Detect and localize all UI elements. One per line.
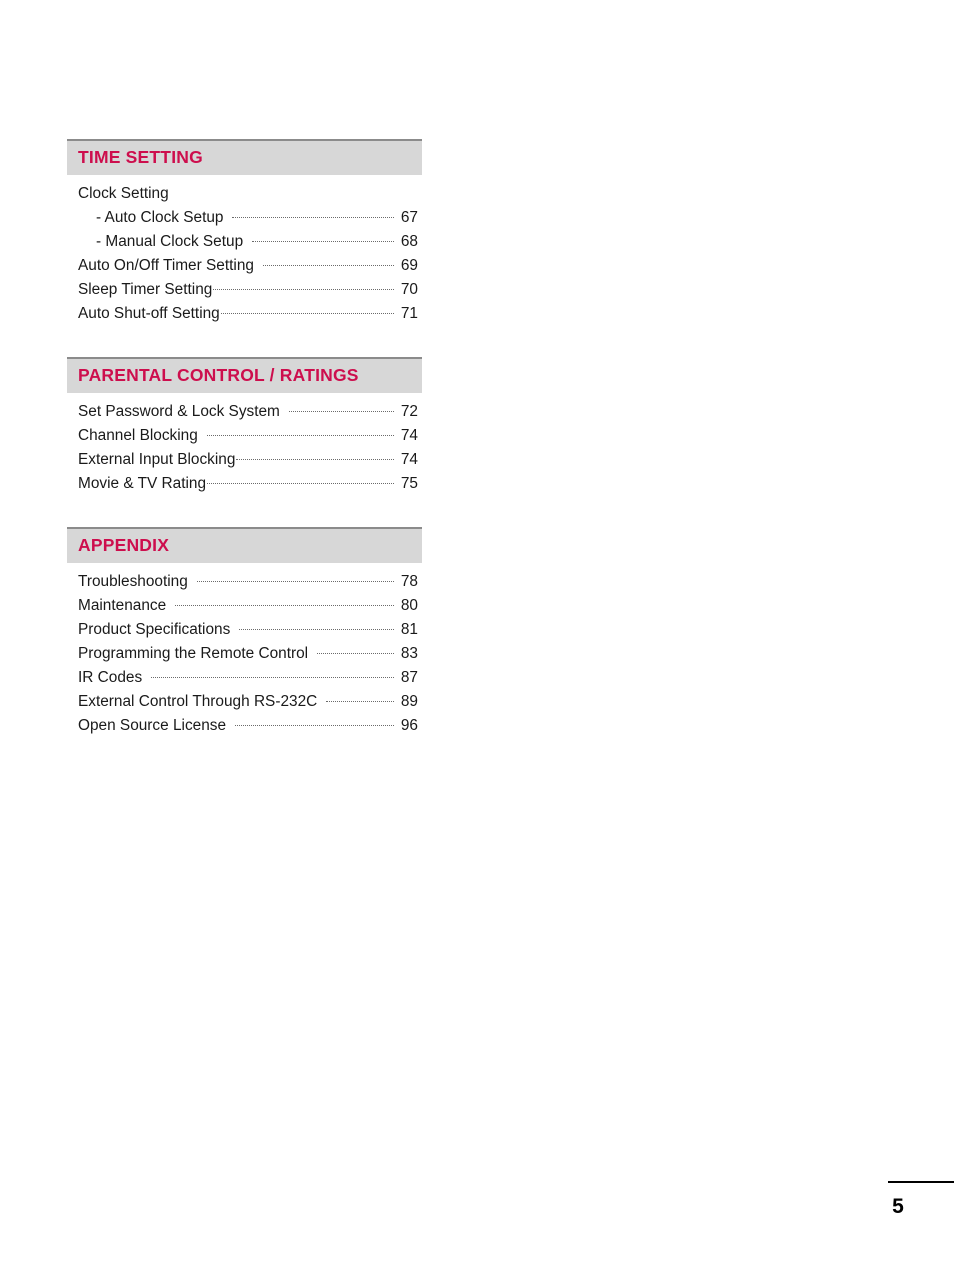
toc-entry[interactable]: Clock Setting <box>78 183 418 207</box>
toc-entry-page-number: 89 <box>400 693 418 711</box>
toc-section-title: PARENTAL CONTROL / RATINGS <box>78 365 359 386</box>
toc-entry-label: Movie & TV Rating <box>78 475 207 493</box>
toc-entry-label: Open Source License <box>78 717 227 735</box>
toc-entry-leader <box>213 279 394 294</box>
toc-entry-leader <box>252 231 394 246</box>
toc-entry-page-number: 69 <box>400 257 418 275</box>
toc-entry-leader <box>232 207 394 222</box>
toc-entry-leader <box>207 473 394 488</box>
toc-section: TIME SETTING Clock Setting - Auto Clock Se… <box>67 139 422 327</box>
toc-entry-label: External Input Blocking <box>78 451 236 469</box>
toc-entry-leader <box>288 401 394 416</box>
toc-entry-label: Clock Setting <box>78 185 169 203</box>
toc-entry-label: Maintenance <box>78 597 167 615</box>
toc-entry-leader <box>175 595 394 610</box>
toc-entry[interactable]: Programming the Remote Control 83 <box>78 643 418 667</box>
toc-section-title: APPENDIX <box>78 535 170 556</box>
toc-entry[interactable]: - Auto Clock Setup 67 <box>78 207 418 231</box>
toc-entry-page-number: 72 <box>400 403 418 421</box>
toc-entry-page-number: 96 <box>400 717 418 735</box>
toc-entry-leader <box>196 571 394 586</box>
toc-entry-leader <box>236 449 394 464</box>
toc-section-title: TIME SETTING <box>78 147 203 168</box>
toc-section-header: PARENTAL CONTROL / RATINGS <box>67 357 422 393</box>
toc-section-header: TIME SETTING <box>67 139 422 175</box>
toc-entry[interactable]: Product Specifications 81 <box>78 619 418 643</box>
toc-entry-page-number: 80 <box>400 597 418 615</box>
toc-entry-label: - Manual Clock Setup <box>96 233 244 251</box>
toc-entry-page-number: 67 <box>400 209 418 227</box>
toc-entry-list: Clock Setting - Auto Clock Setup 67 - Manua… <box>67 175 422 327</box>
footer-rule <box>888 1181 954 1183</box>
toc-entry-label: Troubleshooting <box>78 573 188 591</box>
toc-entry-page-number: 71 <box>400 305 418 323</box>
toc-entry-leader <box>317 643 394 658</box>
toc-entry-list: Set Password & Lock System 72 Channel Bloc… <box>67 393 422 497</box>
toc-entry-leader <box>326 691 394 706</box>
toc-entry[interactable]: Set Password & Lock System 72 <box>78 401 418 425</box>
toc-entry-label: Sleep Timer Setting <box>78 281 213 299</box>
toc-entry-page-number: 68 <box>400 233 418 251</box>
toc-entry-page-number: 70 <box>400 281 418 299</box>
toc-entry[interactable]: Troubleshooting 78 <box>78 571 418 595</box>
toc-entry-page-number: 75 <box>400 475 418 493</box>
toc-section: APPENDIX Troubleshooting 78 Maintenance 80 Pr… <box>67 527 422 739</box>
toc-entry[interactable]: Auto Shut-off Setting 71 <box>78 303 418 327</box>
toc-entry-page-number: 78 <box>400 573 418 591</box>
toc-entry[interactable]: Open Source License 96 <box>78 715 418 739</box>
toc-entry-label: Auto Shut-off Setting <box>78 305 220 323</box>
toc-entry[interactable]: - Manual Clock Setup 68 <box>78 231 418 255</box>
toc-entry-label: IR Codes <box>78 669 143 687</box>
toc-entry-leader <box>170 183 394 198</box>
toc-entry-label: External Control Through RS-232C <box>78 693 318 711</box>
toc-entry-page-number: 74 <box>400 451 418 469</box>
toc-entry-page-number: 74 <box>400 427 418 445</box>
toc-entry-leader <box>151 667 394 682</box>
toc-entry[interactable]: Maintenance 80 <box>78 595 418 619</box>
manual-contents-page: TIME SETTING Clock Setting - Auto Clock Se… <box>0 0 954 1272</box>
page-number: 5 <box>892 1195 904 1218</box>
toc-entry[interactable]: Movie & TV Rating 75 <box>78 473 418 497</box>
toc-entry[interactable]: External Input Blocking 74 <box>78 449 418 473</box>
toc-entry-page-number: 83 <box>400 645 418 663</box>
toc-entry-leader <box>262 255 394 270</box>
toc-section-header: APPENDIX <box>67 527 422 563</box>
toc-entry-label: Product Specifications <box>78 621 231 639</box>
toc-entry-label: - Auto Clock Setup <box>96 209 224 227</box>
toc-entry-label: Channel Blocking <box>78 427 198 445</box>
toc-entry[interactable]: External Control Through RS-232C 89 <box>78 691 418 715</box>
toc-section: PARENTAL CONTROL / RATINGS Set Password &… <box>67 357 422 497</box>
toc-entry-label: Auto On/Off Timer Setting <box>78 257 254 275</box>
table-of-contents: TIME SETTING Clock Setting - Auto Clock Se… <box>67 139 422 769</box>
toc-entry[interactable]: Sleep Timer Setting 70 <box>78 279 418 303</box>
toc-entry-leader <box>206 425 394 440</box>
toc-entry-leader <box>220 303 394 318</box>
toc-entry-label: Set Password & Lock System <box>78 403 280 421</box>
toc-entry[interactable]: IR Codes 87 <box>78 667 418 691</box>
toc-entry-page-number: 81 <box>400 621 418 639</box>
toc-entry-list: Troubleshooting 78 Maintenance 80 Product Sp… <box>67 563 422 739</box>
toc-entry[interactable]: Auto On/Off Timer Setting 69 <box>78 255 418 279</box>
toc-entry-leader <box>239 619 394 634</box>
toc-entry-label: Programming the Remote Control <box>78 645 309 663</box>
toc-entry-page-number: 87 <box>400 669 418 687</box>
toc-entry[interactable]: Channel Blocking 74 <box>78 425 418 449</box>
toc-entry-leader <box>235 715 394 730</box>
